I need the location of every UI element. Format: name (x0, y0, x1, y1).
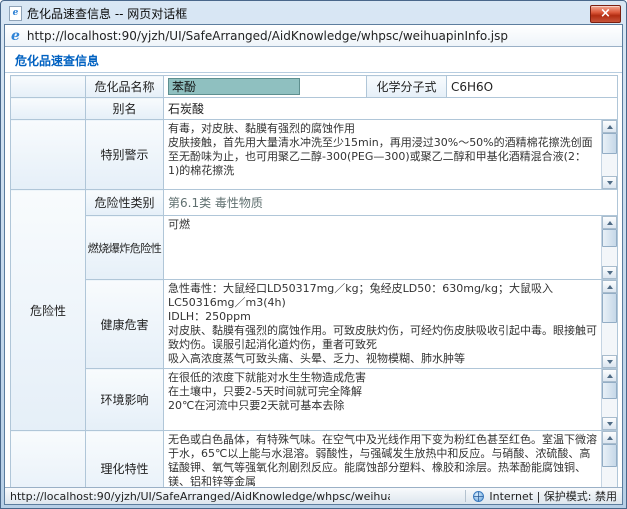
flammability-cell: 可燃 (164, 216, 618, 280)
alias-value: 石炭酸 (164, 98, 618, 120)
scroll-up-icon[interactable] (602, 216, 617, 229)
ie-icon: e (11, 28, 20, 44)
danger-class-value: 第6.1类 毒性物质 (168, 196, 263, 210)
properties-text: 无色或白色晶体，有特殊气味。在空气中及光线作用下变为粉红色甚至红色。室温下微溶于… (168, 433, 597, 487)
internet-globe-icon (473, 491, 484, 502)
scroll-up-icon[interactable] (602, 280, 617, 293)
zone-text: Internet | 保护模式: 禁用 (489, 488, 617, 504)
special-warning-text: 有毒，对皮肤、黏膜有强烈的腐蚀作用 皮肤接触，首先用大量清水冲洗至少15min，… (168, 122, 597, 178)
status-zone: Internet | 保护模式: 禁用 (458, 488, 617, 504)
spacer-cell (11, 120, 86, 190)
row-special-warning: 特别警示 有毒，对皮肤、黏膜有强烈的腐蚀作用 皮肤接触，首先用大量清水冲洗至少1… (11, 120, 618, 190)
status-url: http://localhost:90/yjzh/UI/SafeArranged… (10, 490, 390, 503)
title-bar[interactable]: e 危化品速查信息 -- 网页对话框 × (4, 1, 623, 24)
row-environment: 环境影响 在很低的浓度下就能对水生生物造成危害 在土壤中，只要2-5天时间就可完… (11, 369, 618, 431)
scroll-thumb[interactable] (602, 444, 617, 467)
row-health-hazard: 健康危害 急性毒性：大鼠经口LD50317mg／kg；兔经皮LD50：630mg… (11, 280, 618, 369)
chemical-name-label: 危化品名称 (86, 76, 164, 98)
page-content: 危化品速查信息 危化品名称 化学分子式 C6H6O 别名 (5, 47, 622, 487)
cell-scrollbar[interactable] (601, 369, 617, 430)
client-area: e http://localhost:90/yjzh/UI/SafeArrang… (4, 24, 623, 505)
dialog-window: e 危化品速查信息 -- 网页对话框 × e http://localhost:… (0, 0, 627, 509)
cell-scrollbar[interactable] (601, 431, 617, 487)
close-button[interactable]: × (590, 5, 621, 23)
cell-scrollbar[interactable] (601, 216, 617, 279)
address-url: http://localhost:90/yjzh/UI/SafeArranged… (27, 29, 508, 43)
row-alias: 别名 石炭酸 (11, 98, 618, 120)
page-title: 危化品速查信息 (5, 47, 622, 73)
properties-cell: 无色或白色晶体，有特殊气味。在空气中及光线作用下变为粉红色甚至红色。室温下微溶于… (164, 431, 618, 488)
health-hazard-cell: 急性毒性：大鼠经口LD50317mg／kg；兔经皮LD50：630mg/kg；大… (164, 280, 618, 369)
danger-group-label: 危险性 (11, 190, 86, 431)
info-table: 危化品名称 化学分子式 C6H6O 别名 石炭酸 特别警示 有毒 (10, 75, 618, 487)
status-bar: http://localhost:90/yjzh/UI/SafeArranged… (5, 487, 622, 504)
scroll-up-icon[interactable] (602, 120, 617, 133)
row-properties: 理化特性 无色或白色晶体，有特殊气味。在空气中及光线作用下变为粉红色甚至红色。室… (11, 431, 618, 488)
flammability-text: 可燃 (168, 218, 597, 232)
danger-class-label: 危险性类别 (86, 190, 164, 216)
special-warning-cell: 有毒，对皮肤、黏膜有强烈的腐蚀作用 皮肤接触，首先用大量清水冲洗至少15min，… (164, 120, 618, 190)
ie-glyph: e (13, 8, 19, 18)
flammability-label: 燃烧爆炸危险性 (86, 216, 164, 280)
scroll-thumb[interactable] (602, 382, 617, 399)
window-title: 危化品速查信息 -- 网页对话框 (27, 5, 590, 22)
cell-scrollbar[interactable] (601, 120, 617, 189)
row-chemical-name: 危化品名称 化学分子式 C6H6O (11, 76, 618, 98)
cell-scrollbar[interactable] (601, 280, 617, 368)
spacer-cell (11, 76, 86, 98)
scroll-down-icon[interactable] (602, 266, 617, 279)
dialog-page-icon: e (9, 6, 22, 21)
environment-cell: 在很低的浓度下就能对水生生物造成危害 在土壤中，只要2-5天时间就可完全降解 2… (164, 369, 618, 431)
danger-class-cell: 第6.1类 毒性物质 (164, 190, 618, 216)
spacer-cell (11, 431, 86, 488)
formula-value: C6H6O (447, 76, 618, 98)
scroll-down-icon[interactable] (602, 176, 617, 189)
address-bar: e http://localhost:90/yjzh/UI/SafeArrang… (5, 25, 622, 47)
scroll-thumb[interactable] (602, 133, 617, 154)
health-hazard-text: 急性毒性：大鼠经口LD50317mg／kg；兔经皮LD50：630mg/kg；大… (168, 282, 597, 366)
scroll-up-icon[interactable] (602, 369, 617, 382)
properties-label: 理化特性 (86, 431, 164, 488)
spacer-cell (11, 98, 86, 120)
chemical-name-cell (164, 76, 367, 98)
scroll-down-icon[interactable] (602, 417, 617, 430)
scroll-thumb[interactable] (602, 229, 617, 247)
status-separator (465, 490, 466, 502)
row-danger-class: 危险性 危险性类别 第6.1类 毒性物质 (11, 190, 618, 216)
scroll-up-icon[interactable] (602, 431, 617, 444)
chemical-name-input[interactable] (168, 78, 300, 95)
formula-label: 化学分子式 (367, 76, 447, 98)
scroll-thumb[interactable] (602, 293, 617, 323)
environment-label: 环境影响 (86, 369, 164, 431)
scroll-down-icon[interactable] (602, 355, 617, 368)
health-hazard-label: 健康危害 (86, 280, 164, 369)
environment-text: 在很低的浓度下就能对水生生物造成危害 在土壤中，只要2-5天时间就可完全降解 2… (168, 371, 597, 413)
alias-label: 别名 (86, 98, 164, 120)
special-warning-label: 特别警示 (86, 120, 164, 190)
row-flammability: 燃烧爆炸危险性 可燃 (11, 216, 618, 280)
